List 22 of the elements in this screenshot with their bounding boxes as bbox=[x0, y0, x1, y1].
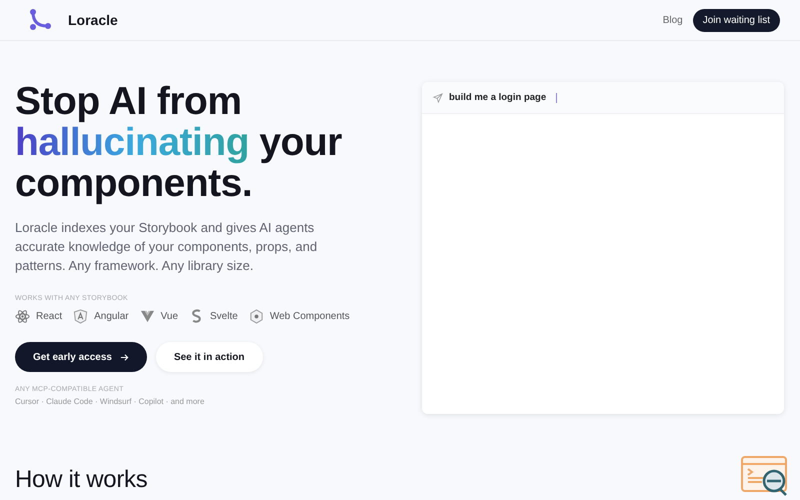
framework-name: Svelte bbox=[210, 311, 238, 322]
hexagon-icon bbox=[248, 309, 264, 324]
join-waiting-list-button[interactable]: Join waiting list bbox=[692, 8, 780, 32]
framework-name: React bbox=[36, 311, 62, 322]
agents-list: Cursor · Claude Code · Windsurf · Copilot · and more bbox=[15, 397, 415, 406]
framework-name: Angular bbox=[94, 311, 129, 322]
see-it-in-action-button[interactable]: See it in action bbox=[156, 342, 263, 372]
v-icon bbox=[140, 309, 155, 324]
brand-name: Loracle bbox=[68, 12, 118, 28]
shield-icon bbox=[73, 309, 88, 324]
framework-name: Web Components bbox=[270, 311, 350, 322]
get-early-access-button[interactable]: Get early access bbox=[15, 342, 147, 372]
code-search-icon bbox=[740, 454, 790, 498]
description: Loracle indexes your Storybook and gives AI agents accurate knowledge of your components, props, and patterns. Any framework. Any library size. bbox=[15, 219, 318, 275]
send-icon bbox=[433, 92, 443, 102]
arrow-icon bbox=[120, 352, 129, 362]
headline: Stop AI from hallucinating your components. bbox=[15, 81, 343, 204]
section-heading: How it works bbox=[15, 466, 148, 494]
atom-icon bbox=[15, 309, 30, 324]
prompt-text: build me a login page bbox=[449, 92, 546, 103]
framework-name: Vue bbox=[160, 311, 178, 322]
blog-link[interactable]: Blog bbox=[662, 14, 683, 26]
